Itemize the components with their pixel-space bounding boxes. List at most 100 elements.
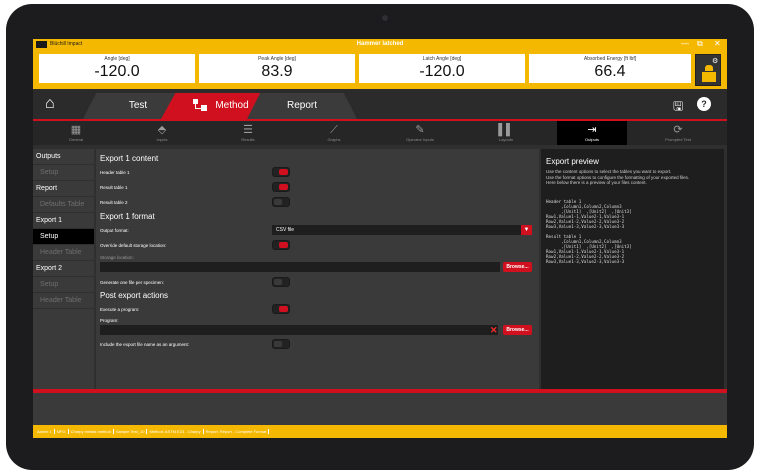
user-settings-button[interactable]: ⚙ [695,54,721,86]
reading-label: Latch Angle [deg] [422,56,462,62]
subtab-outputs[interactable]: ⇥ Outputs [557,121,627,145]
status-method: Method: ASTM E23 - Charpy [147,429,204,434]
status-user: Admin 1 [35,429,55,434]
header-table-label: Header table 1 [100,170,130,175]
method-subtabs: ▦ General ⬘ Inputs ☰ Results ⟋ Graphs ✎ … [33,121,727,145]
reading-label: Absorbed Energy [ft lbf] [583,56,637,62]
camera [382,15,388,21]
home-icon[interactable]: ⌂ [45,96,61,112]
tab-label: Report [286,100,317,111]
reading-angle: Angle [deg] -120.0 [39,54,195,83]
result-table1-label: Result table 1 [100,185,128,190]
post-export-title: Post export actions [100,291,169,300]
output-format-select[interactable]: CSV file ▼ [272,225,532,235]
sidebar-group-report[interactable]: Report [33,181,94,197]
tab-label: Test [128,100,148,111]
outputs-sidebar: Outputs Setup Report Defaults Table Expo… [33,149,94,389]
storage-browse-button[interactable]: Browse... [503,262,532,272]
program-input[interactable] [100,325,498,335]
status-bar: Admin 1 MFG Charpy metals method Sample … [33,425,727,438]
status-report: Report: Report - Complete Format [204,429,270,434]
reading-latch-angle: Latch Angle [deg] -120.0 [359,54,525,83]
sidebar-item-outputs-setup[interactable]: Setup [33,165,94,181]
main-nav: ⌂ Test Method Report 🖫 ? [33,89,727,119]
minimize-button[interactable]: — [681,39,689,49]
reading-value: 66.4 [594,63,626,80]
sidebar-item-export2-header-table[interactable]: Header Table [33,293,94,309]
sidebar-item-defaults-table[interactable]: Defaults Table [33,197,94,213]
status-site: MFG [55,429,69,434]
layout-icon: ▌▌ [498,124,514,136]
per-specimen-label: Generate one file per specimen: [100,280,165,285]
grid-icon: ▦ [70,124,82,136]
preview-description: Use the content options to select the ta… [546,169,690,185]
prompt-icon: ⟳ [673,124,683,136]
sidebar-group-export2[interactable]: Export 2 [33,261,94,277]
subtab-operator-inputs[interactable]: ✎ Operator Inputs [385,121,455,145]
reading-label: Angle [deg] [104,56,130,62]
sidebar-item-export1-setup[interactable]: Setup [33,229,94,245]
preview-title: Export preview [546,157,599,166]
user-icon [705,65,713,71]
reading-value: 83.9 [261,63,293,80]
export-icon: ⇥ [587,124,597,136]
program-label: Program: [100,318,119,323]
subtab-inputs[interactable]: ⬘ Inputs [127,121,197,145]
reading-value: -120.0 [419,63,465,80]
sidebar-group-outputs[interactable]: Outputs [33,149,94,165]
gear-icon: ⚙ [712,58,719,65]
include-argument-label: Include the export file name as an argum… [100,342,190,347]
output-format-value: CSV file [276,227,295,233]
tab-label: Method [215,100,249,111]
list-icon: ☰ [243,124,253,136]
result-table1-toggle[interactable] [272,182,290,192]
subtab-general[interactable]: ▦ General [41,121,111,145]
execute-program-toggle[interactable] [272,304,290,314]
storage-location-input[interactable] [100,262,500,272]
preview-content: Header table 1 ,Column1,Column2,Column3 … [546,199,632,264]
export-settings-panel: Export 1 content Header table 1 Result t… [96,149,539,389]
export-content-title: Export 1 content [100,154,159,163]
title-bar: Blüchill Impact Hammer latched — ⧉ ✕ [33,39,727,49]
app-screen: Blüchill Impact Hammer latched — ⧉ ✕ Ang… [33,39,727,438]
storage-location-label: Storage location: [100,255,134,260]
sidebar-item-export2-setup[interactable]: Setup [33,277,94,293]
status-method-name: Charpy metals method [69,429,114,434]
export-format-title: Export 1 format [100,212,155,221]
override-storage-label: Override default storage location: [100,243,167,248]
override-storage-toggle[interactable] [272,240,290,250]
clear-icon[interactable]: ✕ [490,325,498,335]
graph-icon: ⟋ [330,124,338,136]
header-table-toggle[interactable] [272,167,290,177]
readings-bar: Angle [deg] -120.0 Peak Angle [deg] 83.9… [33,49,727,89]
chevron-down-icon: ▼ [521,225,532,235]
execute-program-label: Execute a program: [100,307,140,312]
reading-label: Peak Angle [deg] [258,56,296,62]
reading-peak-angle: Peak Angle [deg] 83.9 [199,54,355,83]
subtab-results[interactable]: ☰ Results [213,121,283,145]
tag-icon: ⬘ [157,124,167,136]
result-table2-toggle[interactable] [272,197,290,207]
reading-value: -120.0 [94,63,140,80]
subtab-layouts[interactable]: ▌▌ Layouts [471,121,541,145]
help-button[interactable]: ? [697,97,711,111]
tab-report[interactable]: Report [247,93,357,119]
status-sample: Sample Test_10 [114,429,148,434]
close-button[interactable]: ✕ [714,39,721,49]
program-browse-button[interactable]: Browse... [503,325,532,335]
include-argument-toggle[interactable] [272,339,290,349]
method-icon [193,99,208,112]
window-title: Hammer latched [356,41,404,47]
bottom-panel [33,393,727,425]
sidebar-item-export1-header-table[interactable]: Header Table [33,245,94,261]
edit-icon: ✎ [415,124,425,136]
reading-absorbed-energy: Absorbed Energy [ft lbf] 66.4 [529,54,691,83]
per-specimen-toggle[interactable] [272,277,290,287]
save-icon[interactable]: 🖫 [673,97,683,118]
sidebar-group-export1[interactable]: Export 1 [33,213,94,229]
result-table2-label: Result table 2 [100,200,128,205]
subtab-graphs[interactable]: ⟋ Graphs [299,121,369,145]
maximize-button[interactable]: ⧉ [697,39,703,49]
subtab-prompted-test[interactable]: ⟳ Prompted Test [643,121,713,145]
export-preview-panel: Export preview Use the content options t… [541,149,724,389]
